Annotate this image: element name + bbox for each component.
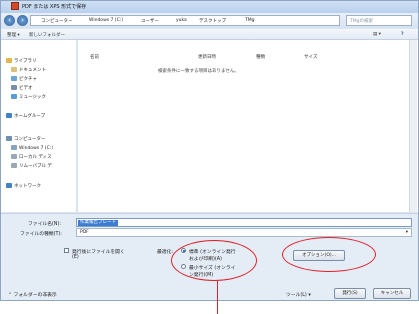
annotation-ellipse-optimize xyxy=(171,240,257,281)
filename-field[interactable]: 作業報告プレート xyxy=(76,218,412,227)
videos-icon xyxy=(11,85,17,90)
nav-item-music[interactable]: ミュージック xyxy=(11,94,46,100)
pdf-app-icon xyxy=(11,2,19,10)
search-placeholder: TMgの検索 xyxy=(350,19,373,24)
removable-drive-icon xyxy=(11,163,17,168)
filetype-select[interactable]: PDF ▾ xyxy=(76,228,412,237)
breadcrumb-user[interactable]: yuka xyxy=(176,18,187,23)
forward-arrow-icon[interactable]: › xyxy=(17,15,28,26)
view-icon[interactable]: ▤ ▾ xyxy=(373,32,381,37)
drive-icon xyxy=(11,145,17,150)
window-title: PDF または XPS 形式で保存 xyxy=(22,4,87,10)
filetype-value: PDF xyxy=(80,230,89,235)
command-toolbar: 整理 ▾ 新しいフォルダー ▤ ▾ ? xyxy=(1,29,418,40)
breadcrumb-desktop[interactable]: デスクトップ xyxy=(199,18,226,24)
nav-item-pictures[interactable]: ピクチャ xyxy=(11,76,37,82)
music-icon xyxy=(11,94,17,99)
annotation-ellipse-options xyxy=(282,237,376,272)
back-arrow-icon[interactable]: ‹ xyxy=(4,15,15,26)
organize-button[interactable]: 整理 ▾ xyxy=(7,32,20,38)
breadcrumb-computer[interactable]: コンピューター xyxy=(41,18,73,24)
file-list[interactable]: 名前 更新日時 種類 サイズ 検索条件に一致する項目はありません。 xyxy=(78,40,418,212)
nav-item-homegroup[interactable]: ホームグループ xyxy=(6,113,45,119)
hide-folders-toggle[interactable]: ⌃ フォルダーの非表示 xyxy=(8,291,57,298)
nav-item-local-disk[interactable]: ローカル ディス xyxy=(11,154,52,160)
nav-item-computer[interactable]: コンピューター xyxy=(6,136,46,142)
annotation-callout-line xyxy=(217,281,219,314)
empty-message: 検索条件に一致する項目はありません。 xyxy=(158,69,239,74)
filename-value: 作業報告プレート xyxy=(78,220,118,226)
help-icon[interactable]: ? xyxy=(401,32,404,37)
nav-item-videos[interactable]: ビデオ xyxy=(11,85,33,91)
search-input[interactable]: TMgの検索 xyxy=(346,15,412,26)
navigation-pane: ライブラリ ドキュメント ピクチャ ビデオ ミュージック ホームグループ コンピ… xyxy=(1,40,77,212)
disk-icon xyxy=(11,154,17,159)
nav-item-removable[interactable]: リムーバブル デ xyxy=(11,163,52,169)
publish-button[interactable]: 発行(S) xyxy=(334,288,366,299)
open-after-publish-checkbox[interactable] xyxy=(64,248,69,253)
pictures-icon xyxy=(11,76,17,81)
breadcrumb-drive[interactable]: Windows 7 (C:) xyxy=(89,18,123,23)
filetype-label: ファイルの種類(T): xyxy=(20,232,62,237)
column-name[interactable]: 名前 xyxy=(90,54,99,60)
homegroup-icon xyxy=(6,113,12,118)
column-date[interactable]: 更新日時 xyxy=(198,54,216,60)
cancel-button[interactable]: キャンセル xyxy=(373,288,411,299)
open-after-publish-sub: (E) xyxy=(72,255,79,260)
nav-item-drive-c[interactable]: Windows 7 (C:) xyxy=(11,145,53,151)
library-icon xyxy=(6,58,12,63)
column-type[interactable]: 種類 xyxy=(256,54,265,60)
filename-label: ファイル名(N): xyxy=(28,222,61,227)
nav-item-libraries[interactable]: ライブラリ xyxy=(6,58,37,64)
nav-item-network[interactable]: ネットワーク xyxy=(6,183,41,189)
new-folder-button[interactable]: 新しいフォルダー xyxy=(29,32,65,38)
optimize-label: 最適化: xyxy=(157,250,174,255)
breadcrumb-users[interactable]: ユーザー xyxy=(141,18,159,24)
documents-icon xyxy=(11,67,17,72)
breadcrumb-folder[interactable]: TMg xyxy=(245,18,255,23)
computer-icon xyxy=(6,136,12,141)
address-breadcrumb[interactable]: コンピューター Windows 7 (C:) ユーザー yuka デスクトップ … xyxy=(30,15,340,26)
network-icon xyxy=(6,183,12,188)
scrollbar[interactable] xyxy=(409,40,417,212)
nav-item-documents[interactable]: ドキュメント xyxy=(11,67,46,73)
tools-menu[interactable]: ツール(L) ▾ xyxy=(286,291,311,298)
chevron-down-icon: ▾ xyxy=(405,230,408,235)
open-after-publish-label: 発行後にファイルを開く xyxy=(72,250,125,255)
column-size[interactable]: サイズ xyxy=(304,54,317,60)
